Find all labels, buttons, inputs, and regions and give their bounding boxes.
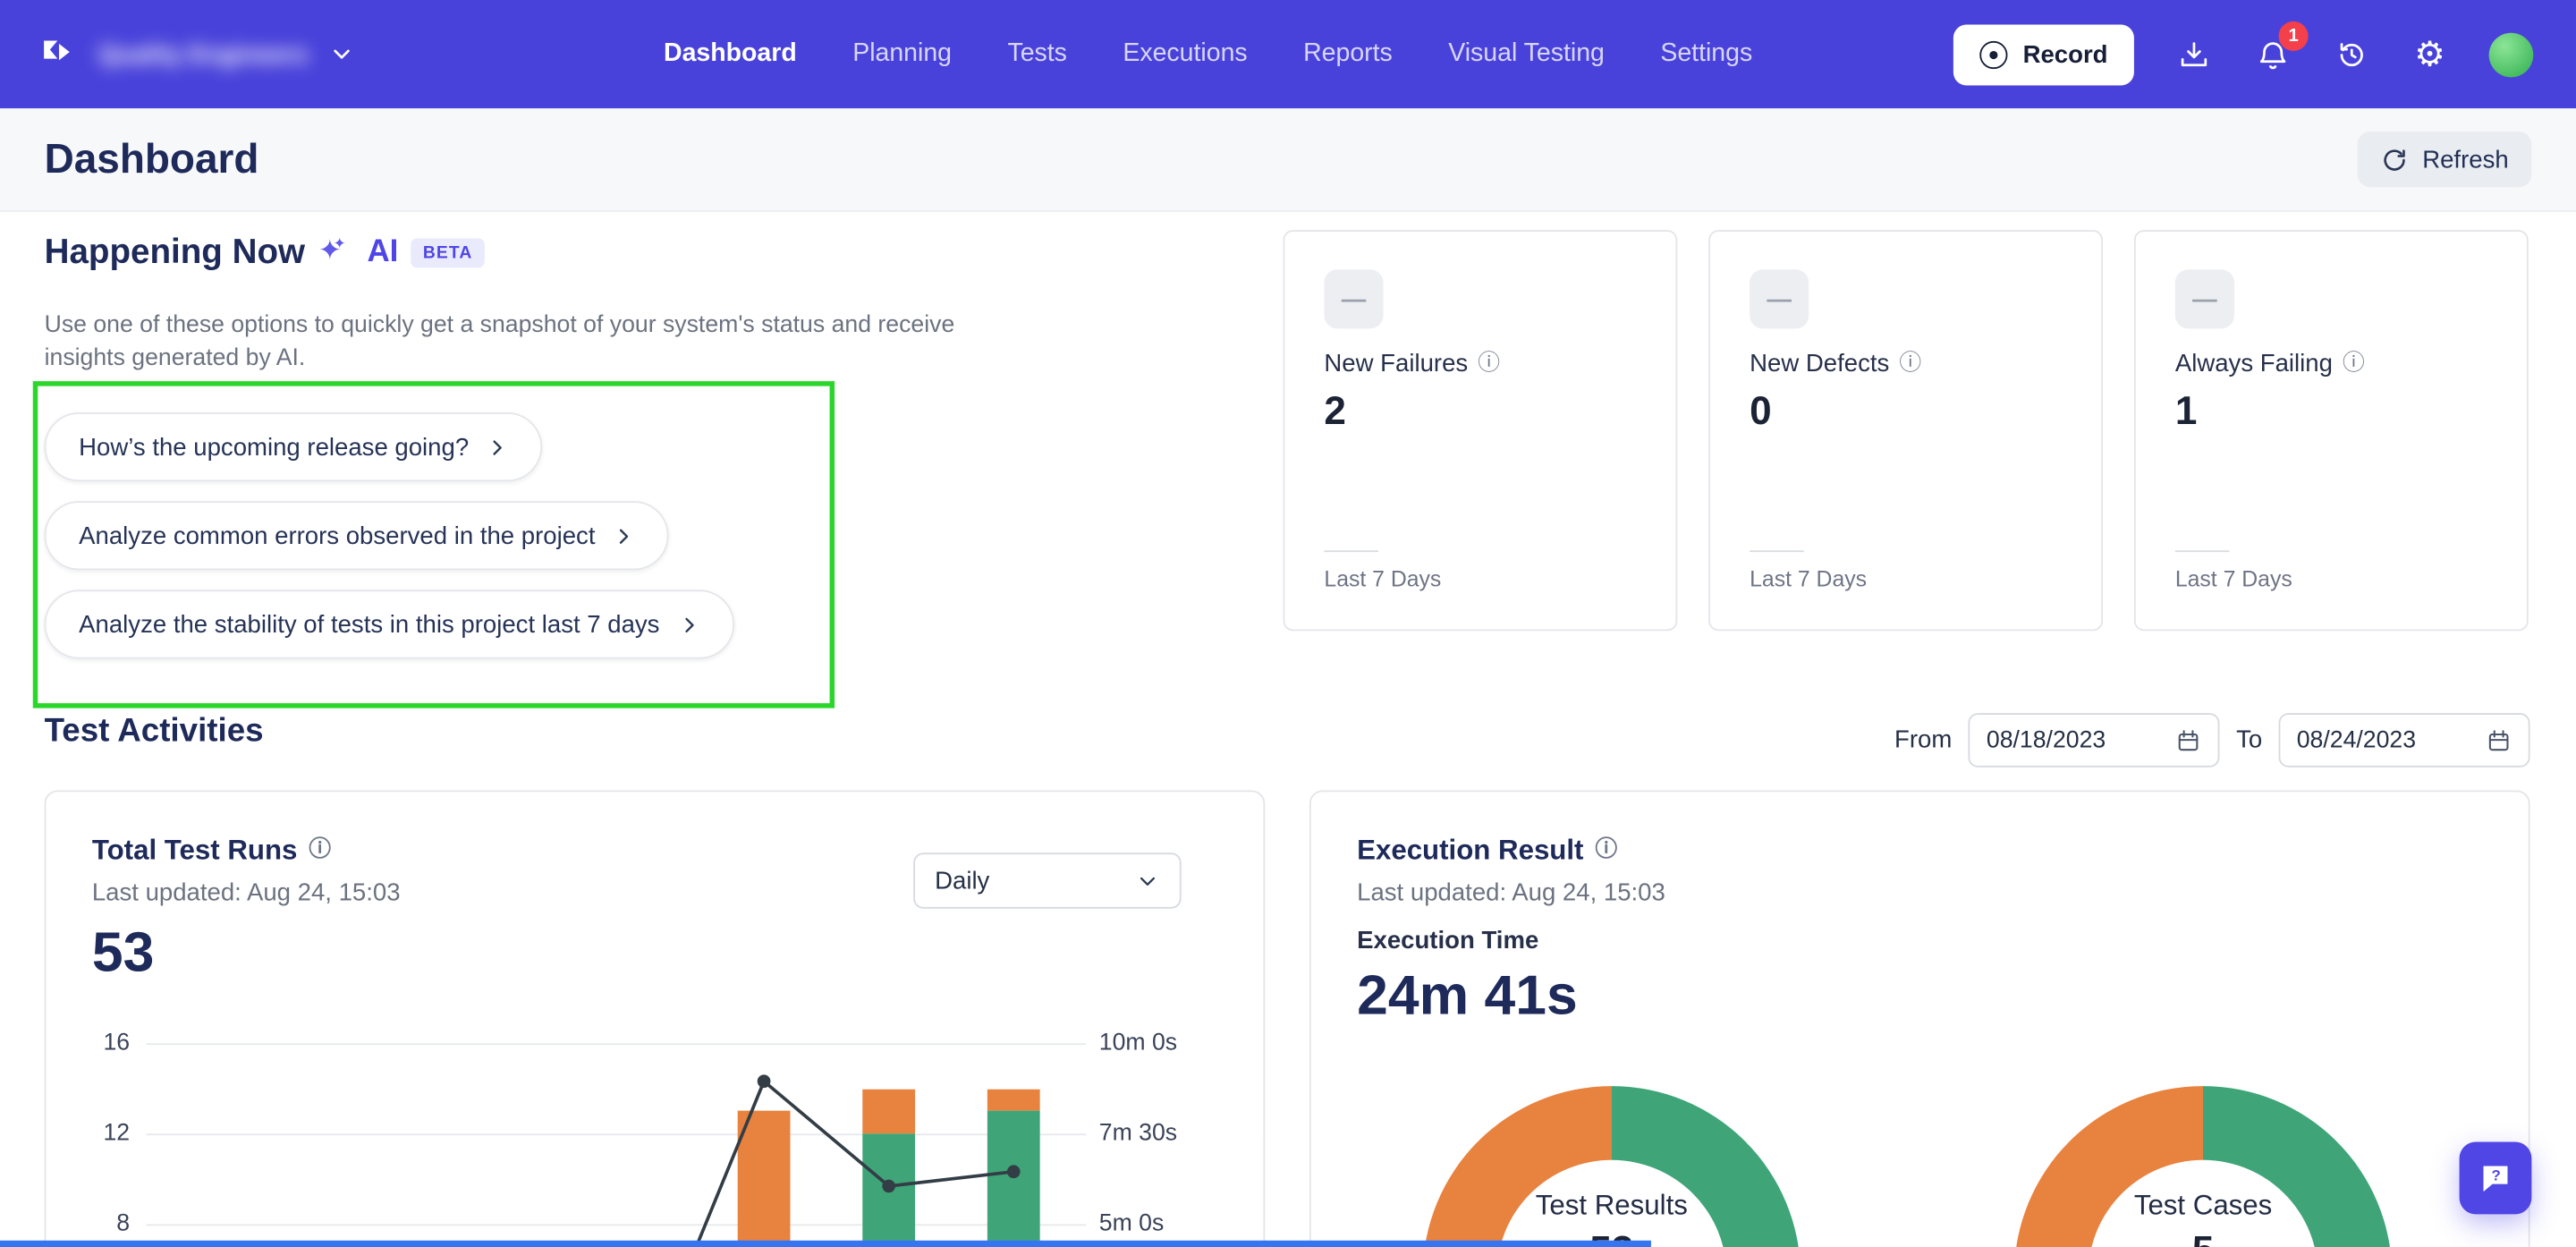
placeholder-icon: — xyxy=(2175,269,2234,328)
divider xyxy=(1324,550,1378,552)
history-icon xyxy=(2334,37,2368,72)
stat-card-title: New Defects xyxy=(1750,350,1889,377)
beta-badge: BETA xyxy=(411,238,484,267)
ai-sparkle-icon: ✦✦ xyxy=(318,238,354,267)
donut-hole: Test Results 53 xyxy=(1496,1160,1726,1247)
stat-card-value: 0 xyxy=(1750,389,1772,435)
stat-card-period: Last 7 Days xyxy=(1324,567,1441,592)
stat-card-title: Always Failing xyxy=(2175,350,2333,377)
donut-label: Test Results xyxy=(1536,1190,1688,1223)
chevron-down-icon xyxy=(1135,869,1160,894)
history-button[interactable] xyxy=(2331,35,2370,74)
total-test-runs-panel: 1610m 0s127m 30s85m 0s Total Test Runs ⓘ… xyxy=(45,790,1266,1247)
stat-card-value: 2 xyxy=(1324,389,1346,435)
nav-item-dashboard[interactable]: Dashboard xyxy=(664,39,797,69)
top-navbar: Quality Engineers Dashboard Planning Tes… xyxy=(0,0,2576,108)
page-title: Dashboard xyxy=(45,136,259,183)
happening-now-description: Use one of these options to quickly get … xyxy=(45,309,1022,374)
donut-chart: Test Cases 5 xyxy=(2014,1086,2392,1247)
stat-card-new-failures: — New Failures ⓘ 2 Last 7 Days xyxy=(1283,230,1677,631)
info-icon[interactable]: ⓘ xyxy=(2343,352,2365,375)
stat-card-new-defects: — New Defects ⓘ 0 Last 7 Days xyxy=(1708,230,2103,631)
happening-now-title: Happening Now xyxy=(45,233,305,273)
nav-item-tests[interactable]: Tests xyxy=(1007,39,1066,69)
stat-card-always-failing: — Always Failing ⓘ 1 Last 7 Days xyxy=(2134,230,2529,631)
donut-label: Test Cases xyxy=(2134,1190,2272,1223)
ai-prompt-release-button[interactable]: How’s the upcoming release going? xyxy=(45,412,543,481)
nav-item-executions[interactable]: Executions xyxy=(1123,39,1247,69)
navbar-left: Quality Engineers xyxy=(39,0,354,108)
nav-item-reports[interactable]: Reports xyxy=(1303,39,1393,69)
info-icon[interactable]: ⓘ xyxy=(1595,840,1617,862)
divider xyxy=(2175,550,2230,552)
app-logo-icon[interactable] xyxy=(39,36,75,72)
execution-time-value: 24m 41s xyxy=(1357,964,2482,1029)
stat-card-title: New Failures xyxy=(1324,350,1468,377)
placeholder-icon: — xyxy=(1324,269,1383,328)
panel-title: Total Test Runs xyxy=(92,835,298,868)
execution-time-label: Execution Time xyxy=(1357,927,2482,954)
happening-now-header: Happening Now ✦✦ AI BETA xyxy=(45,233,485,273)
to-date-input[interactable]: 08/24/2023 xyxy=(2279,713,2530,768)
chat-bubble-icon: ? xyxy=(2478,1160,2513,1196)
chat-assistant-button[interactable]: ? xyxy=(2460,1142,2532,1215)
stat-card-period: Last 7 Days xyxy=(2175,567,2292,592)
chevron-right-icon xyxy=(487,437,508,458)
project-name-blurred: Quality Engineers xyxy=(98,40,308,68)
last-updated-text: Last updated: Aug 24, 15:03 xyxy=(1357,879,2482,907)
info-icon[interactable]: ⓘ xyxy=(1478,352,1500,375)
ai-prompt-stability-button[interactable]: Analyze the stability of tests in this p… xyxy=(45,590,734,658)
from-date-input[interactable]: 08/18/2023 xyxy=(1969,713,2220,768)
execution-result-panel: Execution Result ⓘ Last updated: Aug 24,… xyxy=(1309,790,2530,1247)
horizontal-scrollbar-thumb[interactable] xyxy=(0,1241,1651,1247)
stat-card-period: Last 7 Days xyxy=(1750,567,1867,592)
to-label: To xyxy=(2236,726,2262,754)
nav-item-visual-testing[interactable]: Visual Testing xyxy=(1448,39,1605,69)
stat-card-row: — New Failures ⓘ 2 Last 7 Days — New Def… xyxy=(1283,230,2528,631)
info-icon[interactable]: ⓘ xyxy=(1899,352,1921,375)
refresh-icon xyxy=(2381,146,2409,174)
download-icon xyxy=(2176,37,2211,72)
project-selector[interactable]: Quality Engineers xyxy=(98,40,354,68)
app-window: Quality Engineers Dashboard Planning Tes… xyxy=(0,0,2576,1247)
gear-icon: ⚙ xyxy=(2414,37,2445,72)
notification-badge: 1 xyxy=(2279,21,2309,51)
donut-chart: Test Results 53 xyxy=(1423,1086,1801,1247)
total-test-runs-value: 53 xyxy=(92,921,1217,986)
ai-prompt-errors-button[interactable]: Analyze common errors observed in the pr… xyxy=(45,501,670,570)
refresh-button[interactable]: Refresh xyxy=(2359,131,2532,187)
info-icon[interactable]: ⓘ xyxy=(309,840,331,862)
donut-value: 5 xyxy=(2192,1229,2215,1247)
interval-select[interactable]: Daily xyxy=(913,853,1181,908)
navbar-right: Record 1 xyxy=(1953,0,2533,108)
ai-label: AI xyxy=(367,235,398,271)
chevron-right-icon xyxy=(678,614,699,635)
divider xyxy=(1750,550,1804,552)
donut-hole: Test Cases 5 xyxy=(2088,1160,2318,1247)
record-icon xyxy=(1980,40,2008,68)
main-nav: Dashboard Planning Tests Executions Repo… xyxy=(664,0,1752,108)
ai-prompt-list: How’s the upcoming release going? Analyz… xyxy=(45,412,734,659)
stat-card-value: 1 xyxy=(2175,389,2198,435)
date-range-controls: From 08/18/2023 To 08/24/2023 xyxy=(1894,713,2530,768)
page-header: Dashboard Refresh xyxy=(0,108,2576,212)
nav-item-settings[interactable]: Settings xyxy=(1660,39,1752,69)
user-avatar[interactable] xyxy=(2489,32,2534,77)
test-activities-title: Test Activities xyxy=(45,713,264,751)
placeholder-icon: — xyxy=(1750,269,1809,328)
svg-text:?: ? xyxy=(2492,1166,2501,1183)
chevron-right-icon xyxy=(614,525,635,547)
chevron-down-icon xyxy=(328,41,354,67)
record-button[interactable]: Record xyxy=(1953,24,2133,85)
calendar-icon xyxy=(2486,727,2512,753)
settings-gear-button[interactable]: ⚙ xyxy=(2410,35,2449,74)
calendar-icon xyxy=(2175,727,2201,753)
nav-item-planning[interactable]: Planning xyxy=(852,39,952,69)
download-button[interactable] xyxy=(2174,35,2213,74)
from-label: From xyxy=(1894,726,1952,754)
panel-title: Execution Result xyxy=(1357,835,1583,868)
notifications-button[interactable]: 1 xyxy=(2252,35,2292,74)
